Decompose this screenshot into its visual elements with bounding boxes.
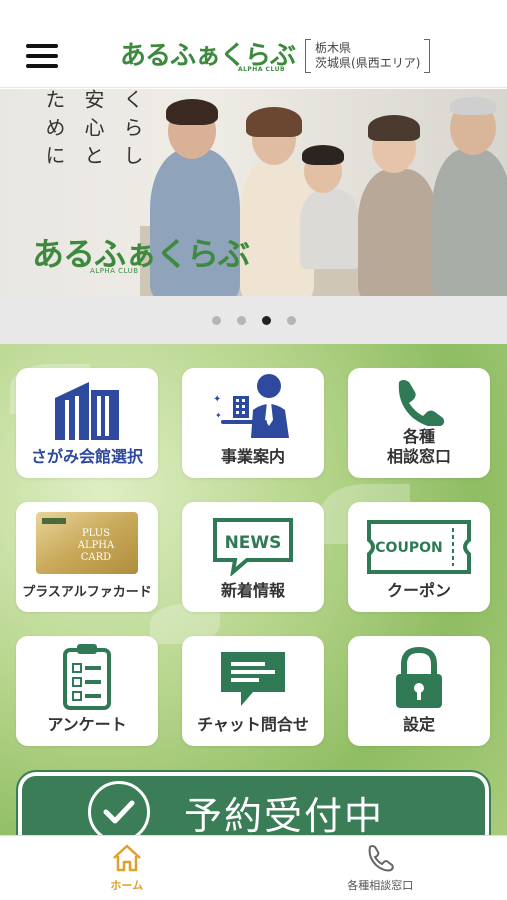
hero-copy: くらし 安心と ために [40,89,147,173]
tile-label: プラスアルファカード [22,584,152,599]
tab-consultation[interactable]: 各種相談窓口 [254,836,507,900]
tile-label: さがみ会館選択 [30,449,143,466]
survey-button[interactable]: アンケート [16,636,158,746]
carousel-dot[interactable] [211,315,221,325]
news-button[interactable]: NEWS 新着情報 [182,502,324,612]
check-icon [88,781,150,843]
app-header: あるふぁくらぶ ALPHA CLUB 栃木県 茨城県(県西エリア) [0,0,507,88]
menu-icon[interactable] [26,44,58,68]
hero-logo-subtitle: ALPHA CLUB [90,267,139,275]
region-label: 栃木県 茨城県(県西エリア) [305,39,431,73]
hero-logo: あるふぁくらぶ [32,235,250,273]
business-info-button[interactable]: ✦ ✦ 事業案内 [182,368,324,478]
home-icon [112,844,141,872]
hero-banner[interactable]: くらし 安心と ために あるふぁくらぶ ALPHA CLUB [0,89,507,296]
carousel-dot-active[interactable] [261,315,271,325]
svg-text:✦: ✦ [215,411,222,420]
tile-label: 新着情報 [220,583,285,600]
svg-text:COUPON: COUPON [375,540,442,556]
svg-text:PLUS: PLUS [82,528,110,539]
chat-icon [221,652,285,706]
coupon-button[interactable]: COUPON クーポン [348,502,490,612]
tile-label: アンケート [47,717,127,734]
phone-icon [398,380,445,426]
bottom-tab-bar: ホーム 各種相談窓口 [0,835,507,900]
plus-alpha-card-button[interactable]: PLUS ALPHA CARD プラスアルファカード [16,502,158,612]
coupon-icon: COUPON [367,520,471,574]
tile-label: チャット問合せ [197,717,309,734]
carousel-dot[interactable] [236,315,246,325]
carousel-dot[interactable] [286,315,296,325]
svg-text:NEWS: NEWS [225,533,282,553]
tile-label: 各種 相談窓口 [386,429,451,466]
svg-text:✦: ✦ [213,394,221,405]
tile-label: 設定 [402,717,435,734]
consultation-button[interactable]: 各種 相談窓口 [348,368,490,478]
svg-text:ALPHA: ALPHA [77,540,115,551]
tile-label: 事業案内 [220,449,285,466]
hero-copy-line: 安心と [81,89,105,173]
carousel-indicator [0,296,507,344]
menu-grid: さがみ会館選択 ✦ ✦ 事業案内 各種 相談窓口 PLUS ALPHA CARD… [0,344,507,835]
card-icon: PLUS ALPHA CARD [36,512,138,574]
building-icon [55,382,119,440]
lock-icon [396,646,442,708]
tab-home[interactable]: ホーム [0,836,254,900]
logo-subtitle: ALPHA CLUB [237,66,286,73]
logo-area: あるふぁくらぶ ALPHA CLUB 栃木県 茨城県(県西エリア) [120,36,431,76]
hero-copy-line: ために [42,89,66,173]
chat-inquiry-button[interactable]: チャット問合せ [182,636,324,746]
phone-icon [368,845,395,872]
clipboard-icon [63,644,111,710]
reservation-label: 予約受付中 [184,795,385,838]
svg-text:CARD: CARD [81,552,111,563]
tab-label: ホーム [110,880,144,892]
news-icon: NEWS [213,518,293,576]
settings-button[interactable]: 設定 [348,636,490,746]
app-logo: あるふぁくらぶ ALPHA CLUB [120,41,296,73]
tile-label: クーポン [386,583,451,600]
venue-select-button[interactable]: さがみ会館選択 [16,368,158,478]
tab-label: 各種相談窓口 [347,880,414,892]
concierge-icon: ✦ ✦ [213,374,289,438]
